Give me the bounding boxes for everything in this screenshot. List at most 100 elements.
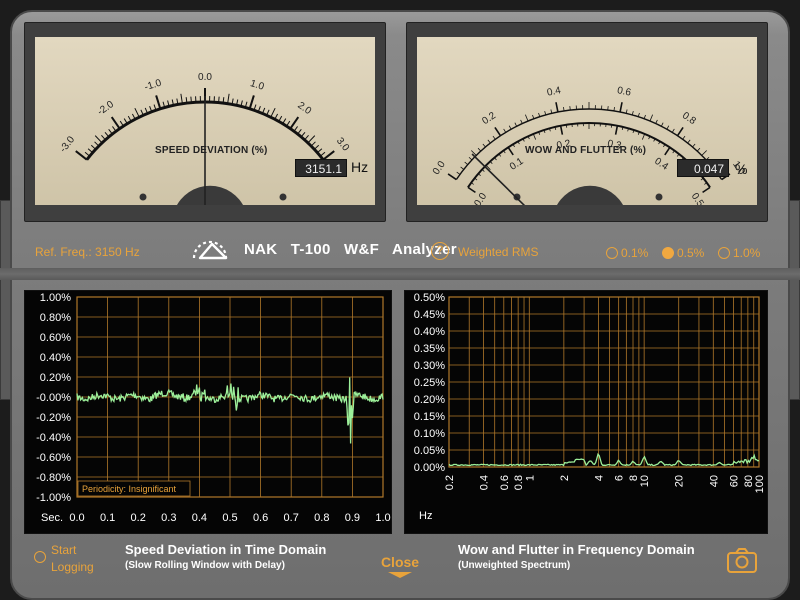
time-y-tick: -0.80%: [36, 472, 71, 484]
time-x-tick: 0.2: [131, 512, 146, 524]
time-y-tick: 0.40%: [40, 352, 71, 364]
time-x-tick: 0.6: [253, 512, 268, 524]
freq-y-tick: 0.20%: [414, 394, 445, 406]
range-option-0-1[interactable]: 0.1%: [606, 246, 648, 260]
time-y-tick: 0.20%: [40, 372, 71, 384]
freq-y-tick: 0.15%: [414, 411, 445, 423]
speed-dot: [139, 193, 147, 201]
time-x-tick: 0.4: [192, 512, 207, 524]
speed-scale-label: 2.0: [295, 100, 313, 117]
wow-inner-tick: [664, 146, 671, 156]
range-option-1-0[interactable]: 1.0%: [718, 246, 760, 260]
wow-outer-tick: [649, 114, 654, 122]
wow-dot: [513, 193, 521, 201]
wow-outer-tick: [487, 139, 491, 144]
freq-y-tick: 0.00%: [414, 462, 445, 474]
time-plot-svg: 1.00% 0.80% 0.60% 0.40% 0.20% -0.00% -0.20% -0.…: [36, 292, 391, 524]
radio-dot: [718, 247, 730, 259]
speed-tick: [218, 96, 220, 103]
speed-tick: [300, 131, 306, 138]
speed-tick: [94, 135, 103, 144]
wow-inner-tick: [614, 125, 619, 135]
speed-tick: [248, 95, 255, 110]
wow-meter-scale: 0.00.20.4 0.60.81.00.00.10.2 0.30.40.5: [431, 85, 747, 205]
close-button[interactable]: Close: [378, 554, 422, 579]
wow-outer-tick: [544, 110, 547, 116]
wow-outer-label: 0.8: [680, 110, 698, 127]
freq-x-tick: 1: [524, 475, 536, 481]
brand-title: NAK T-100 W&F Analyzer: [244, 241, 457, 258]
time-x-tick: 0.5: [222, 512, 237, 524]
time-x-tick: 0.8: [314, 512, 329, 524]
control-band: Ref. Freq.: 3150 Hz NAK T-100 W&F Analyz…: [10, 232, 790, 272]
camera-icon[interactable]: [726, 546, 758, 574]
freq-x-tick: 2: [559, 475, 571, 481]
wow-outer-tick: [468, 156, 473, 161]
freq-y-tick: 0.50%: [414, 292, 445, 304]
speed-tick: [227, 93, 230, 104]
time-y-tick: -0.00%: [36, 392, 71, 404]
wow-inner-label: 0.4: [652, 156, 670, 173]
freq-x-tick: 40: [708, 475, 720, 487]
speed-tick: [307, 135, 316, 144]
wow-meter-title: WOW AND FLUTTER (%): [525, 145, 647, 156]
radio-dot: [606, 247, 618, 259]
speed-tick: [286, 120, 291, 127]
speed-scale-label: 3.0: [334, 136, 351, 154]
radio-dot-selected: [662, 247, 674, 259]
speed-scale-label: 1.0: [249, 78, 266, 93]
close-label: Close: [380, 554, 420, 570]
wow-inner-tick: [641, 133, 646, 140]
speed-tick: [293, 126, 298, 132]
speed-readout: 3151.1: [295, 159, 347, 177]
wow-dot: [655, 193, 663, 201]
wow-outer-tick: [619, 102, 623, 113]
weighted-rms-label: Weighted RMS: [458, 245, 539, 259]
speed-tick: [101, 135, 106, 141]
speed-tick: [190, 96, 192, 103]
wow-outer-tick: [456, 171, 461, 175]
speed-unit: Hz: [351, 159, 369, 175]
help-button[interactable]: ?: [431, 242, 449, 260]
wow-outer-tick: [492, 135, 496, 140]
freq-x-tick: 60: [729, 475, 741, 487]
wow-outer-tick: [503, 128, 507, 133]
speed-meter-title: SPEED DEVIATION (%): [155, 145, 268, 156]
speed-meter-scale: -3.0 -2.0 -1.0 0.0 1.0 2.0 3.0: [58, 72, 351, 205]
speed-tick: [155, 95, 162, 110]
time-x-tick: 0.7: [284, 512, 299, 524]
wow-outer-tick: [508, 125, 512, 130]
speed-tick: [310, 141, 316, 147]
freq-x-tick: 100: [754, 475, 766, 493]
wow-outer-tick: [655, 119, 658, 124]
wow-outer-label: 0.4: [546, 85, 562, 99]
speed-tick: [94, 141, 100, 147]
time-x-tick: 0.9: [345, 512, 360, 524]
speed-tick: [320, 151, 326, 157]
speed-hub: [177, 185, 243, 205]
time-domain-plot: 1.00% 0.80% 0.60% 0.40% 0.20% -0.00% -0.20% -0.…: [24, 290, 392, 534]
range-option-0-5[interactable]: 0.5%: [662, 246, 704, 260]
wow-outer-label: 0.0: [431, 159, 448, 177]
freq-x-axis-label: Hz: [419, 510, 432, 522]
range-label: 0.1%: [621, 246, 649, 260]
horizontal-divider: [0, 268, 800, 280]
time-y-tick: -0.20%: [36, 412, 71, 424]
wow-outer-tick: [696, 147, 701, 152]
wow-inner-label: 0.5: [689, 191, 706, 205]
time-y-tick: -1.00%: [36, 492, 71, 504]
freq-trace: [448, 452, 760, 467]
freq-plot-caption: Wow and Flutter in Frequency Domain: [458, 542, 695, 557]
speed-tick: [104, 131, 110, 138]
wow-inner-tick: [467, 186, 476, 194]
wow-meter-panel: 0.0 0.2 0.4 0.6 0.8 1.0 0.0 0.1 0.2 0.3 0.4 0.5 WOW…: [406, 22, 768, 222]
chevron-down-icon: [388, 572, 412, 578]
wow-hub: [557, 185, 623, 205]
wow-readout: 0.047: [677, 159, 729, 177]
wow-outer-tick: [482, 143, 486, 148]
freq-y-tick: 0.25%: [414, 377, 445, 389]
speed-scale-label: 0.0: [198, 72, 212, 83]
wow-outer-label: 0.2: [480, 110, 498, 127]
freq-x-tick: 0.6: [499, 475, 511, 490]
start-logging-button[interactable]: Start Logging: [34, 542, 94, 576]
